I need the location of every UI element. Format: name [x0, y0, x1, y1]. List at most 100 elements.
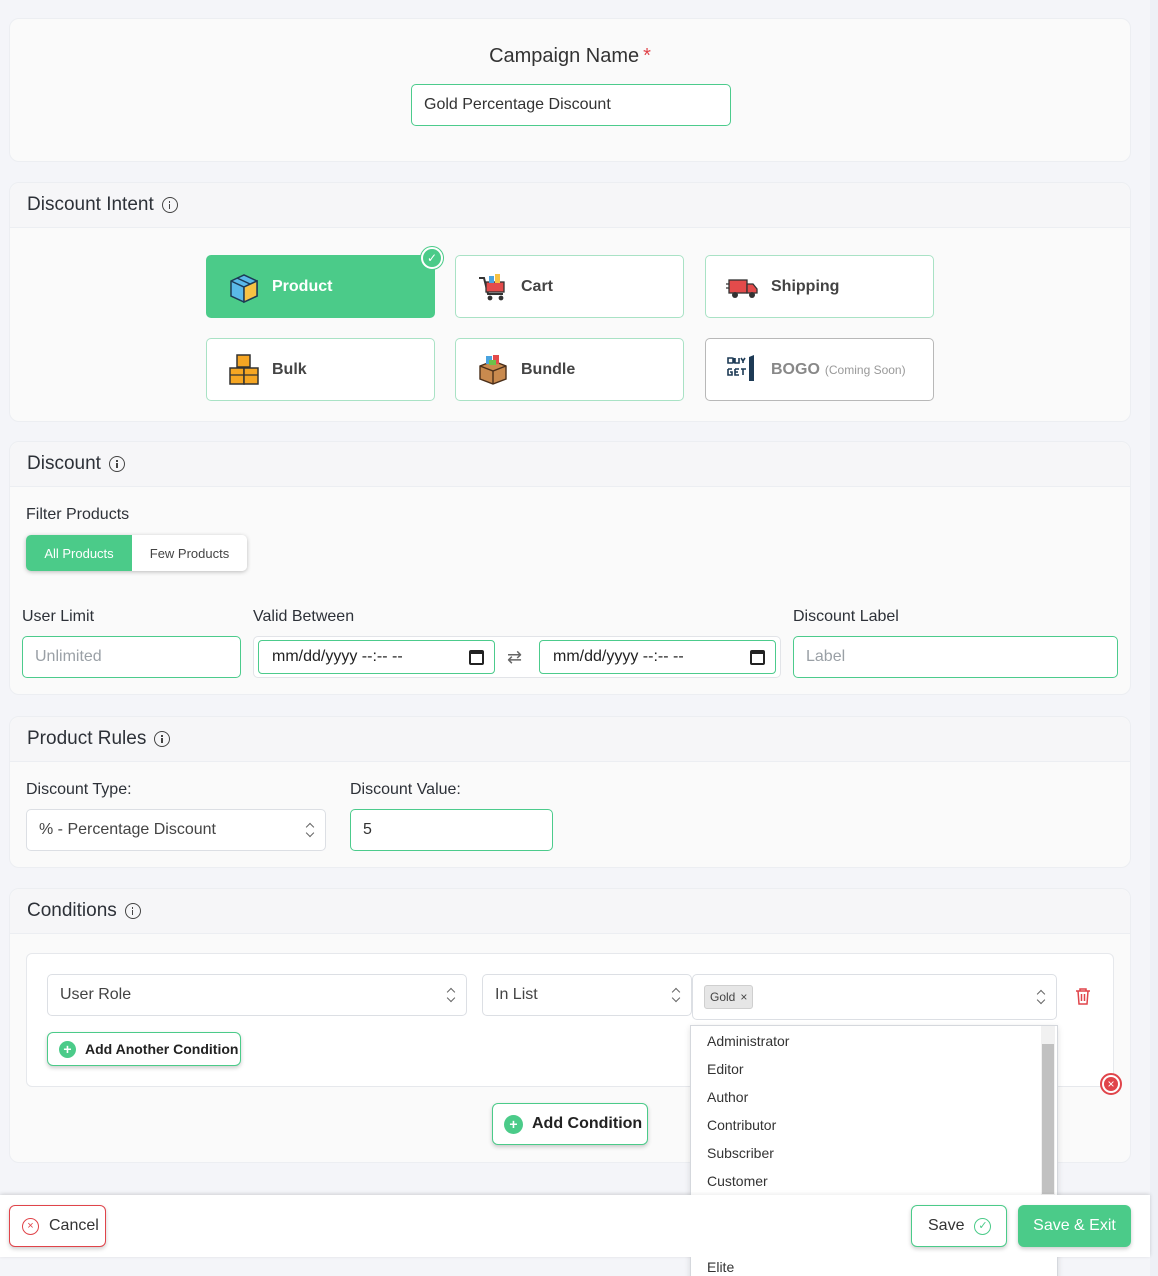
intent-tile-label: Bulk — [272, 360, 307, 378]
condition-operator-value: In List — [495, 986, 538, 1003]
swap-arrows-icon: ⇄ — [507, 647, 523, 667]
info-icon[interactable] — [124, 903, 141, 919]
intent-tile-shipping[interactable]: Shipping — [705, 255, 934, 318]
add-another-condition-button[interactable]: + Add Another Condition — [47, 1032, 241, 1066]
intent-tile-label: Bundle — [521, 360, 576, 378]
user-limit-placeholder: Unlimited — [35, 648, 102, 665]
intent-tile-bundle[interactable]: Bundle — [455, 338, 684, 401]
coming-soon-note: (Coming Soon) — [824, 362, 906, 377]
condition-values-multiselect[interactable]: Gold × — [692, 974, 1057, 1020]
campaign-name-input[interactable]: Gold Percentage Discount — [411, 84, 731, 126]
calendar-icon[interactable] — [469, 650, 484, 665]
conditions-title: Conditions — [27, 900, 117, 921]
buy-get-icon — [726, 353, 760, 387]
save-exit-button[interactable]: Save & Exit — [1018, 1205, 1131, 1247]
filter-few-products[interactable]: Few Products — [132, 535, 247, 571]
discount-label-input[interactable]: Label — [793, 636, 1118, 678]
condition-field-value: User Role — [60, 986, 132, 1003]
intent-tile-label: Product — [272, 277, 333, 295]
date-from-input[interactable]: mm/dd/yyyy --:-- -- — [258, 640, 495, 674]
select-arrows-icon — [305, 822, 315, 838]
date-to-value: mm/dd/yyyy --:-- -- — [553, 648, 684, 665]
select-arrows-icon — [1036, 989, 1046, 1005]
discount-value-label: Discount Value: — [350, 781, 461, 798]
discount-type-select[interactable]: % - Percentage Discount — [26, 809, 326, 851]
selected-check-icon: ✓ — [421, 247, 443, 269]
cancel-button[interactable]: × Cancel — [9, 1205, 106, 1247]
add-condition-button[interactable]: + Add Condition — [492, 1103, 648, 1145]
tag-remove-icon[interactable]: × — [740, 990, 747, 1004]
filter-products-toggle: All Products Few Products — [26, 535, 247, 571]
date-from-value: mm/dd/yyyy --:-- -- — [272, 648, 403, 665]
calendar-icon[interactable] — [750, 650, 765, 665]
discount-type-label: Discount Type: — [26, 781, 132, 798]
save-exit-label: Save & Exit — [1033, 1217, 1116, 1234]
add-another-condition-label: Add Another Condition — [85, 1041, 239, 1057]
conditions-header: Conditions — [10, 889, 1130, 934]
cancel-circle-icon: × — [22, 1217, 39, 1235]
discount-value-input[interactable]: 5 — [350, 809, 553, 851]
discount-header: Discount — [10, 442, 1130, 487]
dropdown-option-elite: Elite — [707, 1259, 735, 1275]
dropdown-option[interactable]: Administrator — [691, 1027, 1057, 1055]
campaign-name-label: Campaign Name * — [10, 45, 1130, 68]
discount-type-value: % - Percentage Discount — [39, 821, 216, 838]
check-circle-icon: ✓ — [974, 1217, 992, 1235]
campaign-name-text: Campaign Name — [489, 45, 640, 67]
campaign-card: Campaign Name * Gold Percentage Discount — [9, 18, 1131, 162]
truck-icon — [726, 270, 760, 304]
condition-field-select[interactable]: User Role — [47, 974, 467, 1016]
dropdown-options: Administrator Editor Author Contributor Subs… — [691, 1026, 1057, 1195]
dropdown-option[interactable]: Contributor — [691, 1111, 1057, 1139]
dropdown-option[interactable]: Subscriber — [691, 1139, 1057, 1167]
intent-tile-label: BOGO — [771, 360, 820, 378]
cancel-label: Cancel — [49, 1217, 99, 1234]
dropdown-scroll-thumb[interactable] — [1042, 1044, 1054, 1194]
intent-tile-label: Cart — [521, 277, 554, 295]
user-limit-input[interactable]: Unlimited — [22, 636, 241, 678]
filter-products-label: Filter Products — [26, 506, 130, 523]
intent-tile-cart[interactable]: Cart — [455, 255, 684, 318]
dropdown-partial-option[interactable]: Elite — [690, 1257, 1058, 1276]
dropdown-option[interactable]: Editor — [691, 1055, 1057, 1083]
product-rules-title: Product Rules — [27, 728, 147, 749]
discount-intent-title: Discount Intent — [27, 194, 154, 215]
bundle-box-icon — [476, 353, 510, 387]
tag-gold: Gold × — [704, 985, 754, 1009]
plus-icon: + — [504, 1114, 523, 1134]
save-button[interactable]: Save ✓ — [911, 1205, 1007, 1247]
boxes-icon — [227, 353, 261, 387]
user-limit-label: User Limit — [22, 608, 95, 625]
date-to-input[interactable]: mm/dd/yyyy --:-- -- — [539, 640, 776, 674]
discount-label-label: Discount Label — [793, 608, 899, 625]
discount-intent-header: Discount Intent — [10, 183, 1130, 228]
info-icon[interactable] — [154, 731, 171, 747]
product-rules-header: Product Rules — [10, 717, 1130, 762]
campaign-name-value: Gold Percentage Discount — [424, 96, 611, 113]
valid-between-label: Valid Between — [253, 608, 355, 625]
footer-overlay: × Cancel Save ✓ Save & Exit — [0, 1195, 1150, 1257]
discount-value: 5 — [363, 821, 372, 838]
add-condition-label: Add Condition — [532, 1115, 643, 1132]
trash-icon[interactable] — [1074, 987, 1092, 1011]
intent-tile-label: Shipping — [771, 277, 840, 295]
condition-operator-select[interactable]: In List — [482, 974, 692, 1016]
select-arrows-icon — [671, 987, 681, 1003]
product-box-icon — [227, 270, 261, 304]
plus-icon: + — [59, 1040, 76, 1058]
intent-tile-bulk[interactable]: Bulk — [206, 338, 435, 401]
dropdown-option[interactable]: Author — [691, 1083, 1057, 1111]
intent-tile-bogo[interactable]: BOGO (Coming Soon) — [705, 338, 934, 401]
select-arrows-icon — [446, 987, 456, 1003]
info-icon[interactable] — [161, 197, 178, 213]
discount-title: Discount — [27, 453, 101, 474]
clear-circle-icon[interactable]: × — [1100, 1073, 1122, 1095]
save-label: Save — [928, 1217, 965, 1234]
dropdown-option[interactable]: Customer — [691, 1167, 1057, 1195]
tag-label: Gold — [710, 990, 736, 1004]
info-icon[interactable] — [108, 456, 125, 472]
filter-all-products[interactable]: All Products — [26, 535, 132, 571]
discount-label-placeholder: Label — [806, 648, 846, 665]
intent-tile-product[interactable]: Product — [206, 255, 435, 318]
required-mark: * — [643, 45, 651, 67]
